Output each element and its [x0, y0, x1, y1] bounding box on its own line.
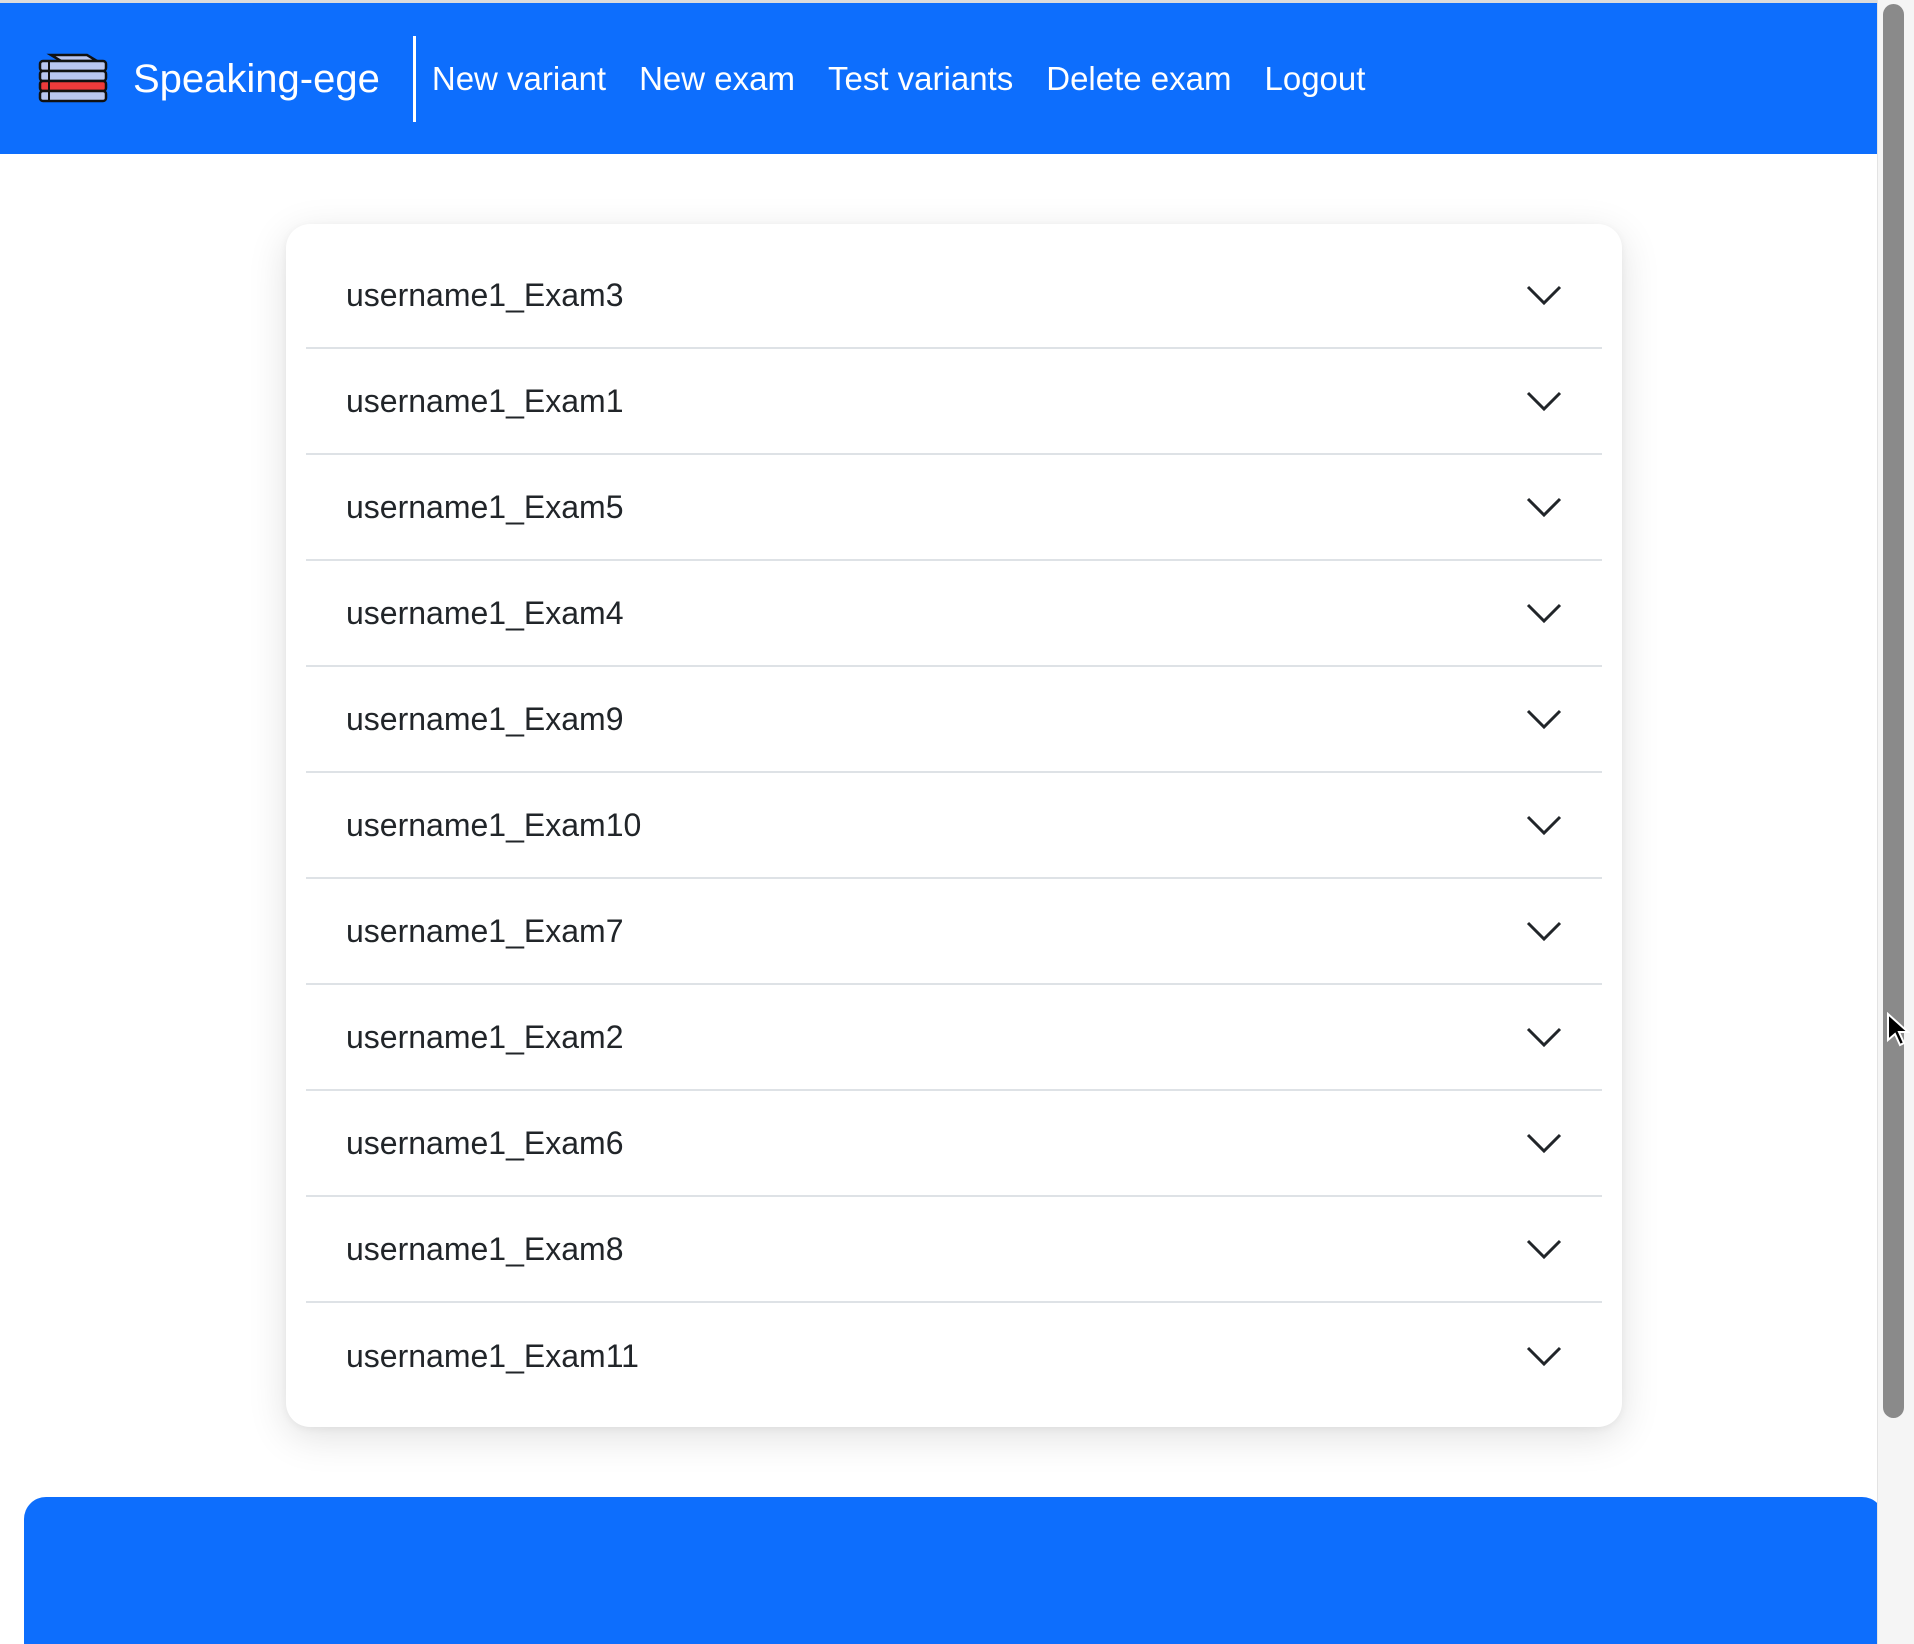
mouse-cursor-icon	[1887, 1012, 1910, 1047]
exam-accordion-item[interactable]: username1_Exam6	[306, 1091, 1602, 1197]
exam-accordion-item[interactable]: username1_Exam1	[306, 349, 1602, 455]
nav-link-new-exam[interactable]: New exam	[639, 60, 795, 98]
nav-link-test-variants[interactable]: Test variants	[828, 60, 1013, 98]
exam-name: username1_Exam4	[346, 594, 624, 631]
exam-name: username1_Exam1	[346, 382, 624, 419]
chevron-down-icon[interactable]	[1526, 602, 1562, 624]
navbar: Speaking-ege New variant New exam Test v…	[0, 3, 1877, 154]
exam-name: username1_Exam3	[346, 276, 624, 313]
exam-name: username1_Exam7	[346, 912, 624, 949]
brand-name[interactable]: Speaking-ege	[133, 59, 380, 99]
exam-name: username1_Exam5	[346, 488, 624, 525]
exam-name: username1_Exam9	[346, 700, 624, 737]
exam-accordion-item[interactable]: username1_Exam3	[306, 224, 1602, 349]
nav-link-new-variant[interactable]: New variant	[432, 60, 606, 98]
exam-name: username1_Exam6	[346, 1124, 624, 1161]
chevron-down-icon[interactable]	[1526, 284, 1562, 306]
exam-name: username1_Exam8	[346, 1230, 624, 1267]
chevron-down-icon[interactable]	[1526, 708, 1562, 730]
chevron-down-icon[interactable]	[1526, 1132, 1562, 1154]
exam-accordion-item[interactable]: username1_Exam10	[306, 773, 1602, 879]
brand[interactable]: Speaking-ege	[37, 3, 380, 154]
chevron-down-icon[interactable]	[1526, 1345, 1562, 1367]
brand-divider	[412, 35, 416, 122]
nav-link-logout[interactable]: Logout	[1265, 60, 1366, 98]
nav-link-delete-exam[interactable]: Delete exam	[1046, 60, 1231, 98]
scrollbar-thumb[interactable]	[1883, 4, 1904, 1418]
chevron-down-icon[interactable]	[1526, 1238, 1562, 1260]
chevron-down-icon[interactable]	[1526, 920, 1562, 942]
nav-links: New variant New exam Test variants Delet…	[432, 60, 1399, 98]
chevron-down-icon[interactable]	[1526, 390, 1562, 412]
exam-accordion-item[interactable]: username1_Exam2	[306, 985, 1602, 1091]
exam-accordion-item[interactable]: username1_Exam7	[306, 879, 1602, 985]
exam-accordion-item[interactable]: username1_Exam4	[306, 561, 1602, 667]
exam-list-card: username1_Exam3 username1_Exam1 username…	[286, 224, 1622, 1427]
exam-accordion-item[interactable]: username1_Exam5	[306, 455, 1602, 561]
exam-accordion-item[interactable]: username1_Exam9	[306, 667, 1602, 773]
exam-accordion-item[interactable]: username1_Exam8	[306, 1197, 1602, 1303]
exam-accordion-item[interactable]: username1_Exam11	[306, 1303, 1602, 1409]
exam-accordion: username1_Exam3 username1_Exam1 username…	[306, 224, 1602, 1409]
exam-name: username1_Exam11	[346, 1337, 639, 1374]
chevron-down-icon[interactable]	[1526, 496, 1562, 518]
chevron-down-icon[interactable]	[1526, 1026, 1562, 1048]
exam-name: username1_Exam2	[346, 1018, 624, 1055]
page: Speaking-ege New variant New exam Test v…	[0, 0, 1914, 1644]
footer	[24, 1497, 1884, 1644]
chevron-down-icon[interactable]	[1526, 814, 1562, 836]
exam-name: username1_Exam10	[346, 806, 642, 843]
stacked-books-icon	[38, 53, 108, 102]
